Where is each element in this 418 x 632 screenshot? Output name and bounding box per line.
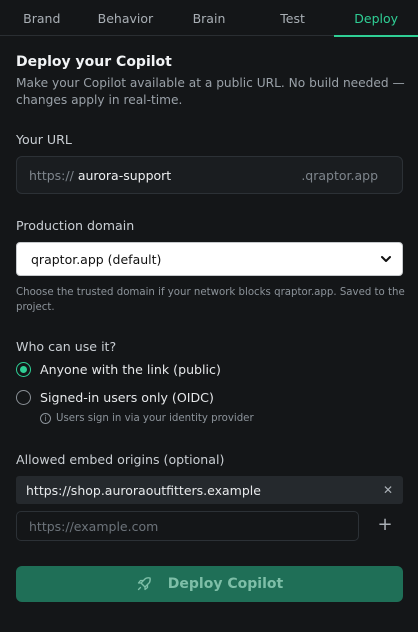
deploy-button[interactable]: Deploy Copilot [16, 566, 403, 602]
tab-brain[interactable]: Brain [167, 0, 251, 36]
radio-oidc[interactable] [16, 390, 31, 405]
access-label: Who can use it? [16, 339, 117, 354]
embed-origin-value: https://shop.auroraoutfitters.example [26, 482, 261, 498]
add-origin-plus-icon[interactable]: + [375, 514, 395, 538]
page-description: Make your Copilot available at a public … [16, 76, 405, 107]
embed-origin-item: https://shop.auroraoutfitters.example ✕ [16, 476, 403, 504]
domain-selected-value: qraptor.app (default) [31, 251, 162, 267]
access-option-public-label: Anyone with the link (public) [40, 362, 221, 377]
url-subdomain-value[interactable]: aurora-support [78, 168, 302, 183]
domain-label: Production domain [16, 218, 135, 233]
info-icon: i [40, 413, 51, 424]
url-label: Your URL [16, 132, 72, 147]
access-option-oidc-label: Signed-in users only (OIDC) [40, 390, 214, 405]
remove-origin-close-icon[interactable]: ✕ [383, 483, 393, 497]
tab-behavior[interactable]: Behavior [84, 0, 168, 36]
tab-deploy[interactable]: Deploy [334, 0, 418, 37]
chevron-down-icon [381, 256, 391, 262]
embed-label: Allowed embed origins (optional) [16, 452, 225, 467]
rocket-icon [137, 577, 151, 591]
domain-hint: Choose the trusted domain if your networ… [16, 287, 405, 313]
tab-bar: Brand Behavior Brain Test Deploy [0, 0, 418, 37]
tab-test[interactable]: Test [251, 0, 335, 36]
url-input[interactable]: https:// aurora-support .qraptor.app [16, 156, 403, 194]
tab-brand[interactable]: Brand [0, 0, 84, 36]
url-prefix: https:// [29, 167, 74, 183]
url-suffix: .qraptor.app [301, 167, 378, 183]
page-title: Deploy your Copilot [16, 54, 172, 70]
embed-origin-input[interactable] [16, 511, 359, 541]
oidc-hint-text: Users sign in via your identity provider [56, 413, 254, 424]
oidc-hint: i Users sign in via your identity provid… [40, 413, 254, 424]
access-option-oidc[interactable]: Signed-in users only (OIDC) [16, 390, 214, 405]
deploy-button-label: Deploy Copilot [167, 576, 284, 592]
radio-public[interactable] [16, 362, 31, 377]
access-option-public[interactable]: Anyone with the link (public) [16, 362, 221, 377]
domain-select[interactable]: qraptor.app (default) [16, 242, 403, 276]
